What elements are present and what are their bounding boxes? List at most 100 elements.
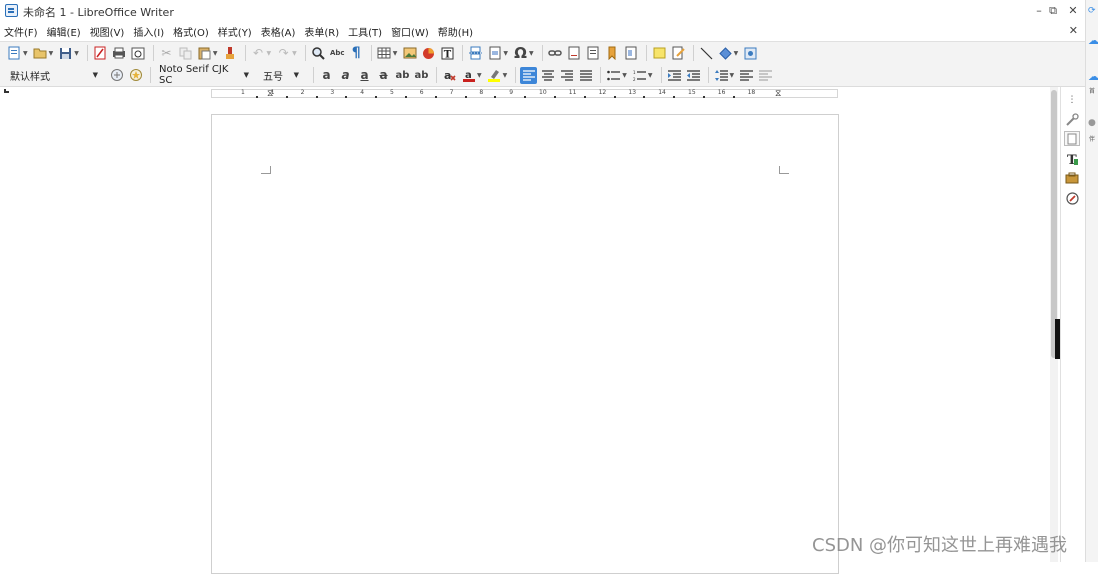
hyperlink-icon[interactable] bbox=[547, 45, 564, 62]
highlight-color-icon[interactable] bbox=[486, 67, 503, 84]
copy-icon[interactable] bbox=[177, 45, 194, 62]
redo-dropdown-icon[interactable]: ▼ bbox=[292, 50, 297, 57]
font-color-dropdown-icon[interactable]: ▼ bbox=[477, 72, 482, 79]
bookmark-icon[interactable] bbox=[604, 45, 621, 62]
ordered-list-icon[interactable]: 12 bbox=[631, 67, 648, 84]
horizontal-ruler[interactable]: ⧖ ⧖ 1 1 2 3 4 5 6 7 8 9 10 11 12 13 14 15 16 18 bbox=[211, 89, 838, 99]
field-dropdown-icon[interactable]: ▼ bbox=[503, 50, 508, 57]
new-dropdown-icon[interactable]: ▼ bbox=[23, 50, 28, 57]
cross-reference-icon[interactable] bbox=[623, 45, 640, 62]
justify-button[interactable] bbox=[577, 67, 594, 84]
redo-icon[interactable]: ↷ bbox=[275, 45, 292, 62]
insert-field-icon[interactable] bbox=[486, 45, 503, 62]
export-pdf-icon[interactable] bbox=[92, 45, 109, 62]
font-color-icon[interactable]: a bbox=[460, 67, 477, 84]
align-left-button[interactable] bbox=[520, 66, 538, 84]
menu-table[interactable]: 表格(A) bbox=[261, 24, 296, 39]
align-center-button[interactable] bbox=[539, 67, 556, 84]
undo-dropdown-icon[interactable]: ▼ bbox=[267, 50, 272, 57]
menu-insert[interactable]: 插入(I) bbox=[133, 24, 164, 39]
open-dropdown-icon[interactable]: ▼ bbox=[49, 50, 54, 57]
italic-icon[interactable]: a bbox=[337, 67, 354, 84]
unordered-list-icon[interactable] bbox=[605, 67, 622, 84]
draw-functions-icon[interactable] bbox=[742, 45, 759, 62]
strikethrough-icon[interactable]: a bbox=[375, 67, 392, 84]
line-spacing-icon[interactable] bbox=[713, 67, 730, 84]
line-spacing-dropdown-icon[interactable]: ▼ bbox=[730, 72, 735, 79]
sidebar-menu-icon[interactable]: ⋮ bbox=[1064, 92, 1080, 107]
bold-icon[interactable]: a bbox=[318, 67, 335, 84]
menu-form[interactable]: 表单(R) bbox=[304, 24, 339, 39]
menu-edit[interactable]: 编辑(E) bbox=[47, 24, 81, 39]
cloud-icon[interactable]: ☁ bbox=[1088, 35, 1098, 46]
menu-styles[interactable]: 样式(Y) bbox=[218, 24, 252, 39]
circle-icon[interactable]: ● bbox=[1088, 118, 1098, 128]
insert-page-break-icon[interactable] bbox=[467, 45, 484, 62]
increase-indent-icon[interactable] bbox=[666, 67, 683, 84]
open-folder-icon[interactable] bbox=[32, 45, 49, 62]
font-name-combo[interactable]: Noto Serif CJK SC ▼ bbox=[155, 64, 253, 86]
close-document-button[interactable]: ✕ bbox=[1069, 24, 1078, 37]
undo-icon[interactable]: ↶ bbox=[250, 45, 267, 62]
tab-stop-selector-icon[interactable] bbox=[4, 89, 9, 93]
subscript-icon[interactable]: ab bbox=[413, 67, 430, 84]
basic-shapes-icon[interactable] bbox=[717, 45, 734, 62]
clone-formatting-icon[interactable] bbox=[222, 45, 239, 62]
shapes-dropdown-icon[interactable]: ▼ bbox=[734, 50, 739, 57]
paragraph-style-combo[interactable]: 默认样式 ▼ bbox=[6, 66, 102, 84]
insert-image-icon[interactable] bbox=[401, 45, 418, 62]
navigator-icon[interactable] bbox=[1064, 191, 1080, 206]
align-right-button[interactable] bbox=[558, 67, 575, 84]
menu-view[interactable]: 视图(V) bbox=[90, 24, 125, 39]
document-page[interactable] bbox=[211, 114, 839, 574]
formatting-marks-icon[interactable]: ¶ bbox=[348, 45, 365, 62]
paste-icon[interactable] bbox=[196, 45, 213, 62]
properties-icon[interactable] bbox=[1064, 112, 1080, 127]
menu-window[interactable]: 窗口(W) bbox=[391, 24, 429, 39]
print-preview-icon[interactable] bbox=[130, 45, 147, 62]
decrease-paragraph-spacing-icon[interactable] bbox=[757, 67, 774, 84]
decrease-indent-icon[interactable] bbox=[685, 67, 702, 84]
scrollbar-thumb[interactable] bbox=[1051, 90, 1057, 358]
comment-icon[interactable] bbox=[651, 45, 668, 62]
highlight-dropdown-icon[interactable]: ▼ bbox=[503, 72, 508, 79]
footnote-icon[interactable] bbox=[566, 45, 583, 62]
right-indent-marker-icon[interactable]: ⧖ bbox=[775, 89, 781, 99]
spellcheck-icon[interactable]: Abc bbox=[329, 45, 346, 62]
insert-table-icon[interactable] bbox=[376, 45, 393, 62]
insert-chart-icon[interactable] bbox=[420, 45, 437, 62]
line-icon[interactable] bbox=[698, 45, 715, 62]
menu-tools[interactable]: 工具(T) bbox=[348, 24, 382, 39]
paste-dropdown-icon[interactable]: ▼ bbox=[213, 50, 218, 57]
close-window-button[interactable]: ✕ bbox=[1064, 2, 1082, 20]
page-icon[interactable] bbox=[1064, 131, 1080, 146]
underline-icon[interactable]: a bbox=[356, 67, 373, 84]
cloud-app-icon[interactable]: ⟳ bbox=[1088, 6, 1098, 16]
superscript-icon[interactable]: ab bbox=[394, 67, 411, 84]
endnote-icon[interactable] bbox=[585, 45, 602, 62]
new-style-icon[interactable] bbox=[127, 67, 144, 84]
font-size-combo[interactable]: 五号 ▼ bbox=[259, 66, 303, 84]
menu-help[interactable]: 帮助(H) bbox=[438, 24, 473, 39]
insert-textbox-icon[interactable]: T bbox=[439, 45, 456, 62]
save-dropdown-icon[interactable]: ▼ bbox=[74, 50, 79, 57]
gallery-icon[interactable] bbox=[1064, 170, 1080, 185]
menu-format[interactable]: 格式(O) bbox=[173, 24, 209, 39]
cloud-icon[interactable]: ☁ bbox=[1088, 71, 1098, 82]
menu-file[interactable]: 文件(F) bbox=[4, 24, 38, 39]
special-character-icon[interactable]: Ω bbox=[512, 44, 529, 62]
save-icon[interactable] bbox=[57, 45, 74, 62]
new-document-icon[interactable] bbox=[6, 45, 23, 62]
special-character-dropdown-icon[interactable]: ▼ bbox=[529, 50, 534, 57]
clear-formatting-icon[interactable]: a bbox=[441, 67, 458, 84]
table-dropdown-icon[interactable]: ▼ bbox=[393, 50, 398, 57]
restore-button[interactable]: ⧉ bbox=[1044, 2, 1062, 20]
bullet-dropdown-icon[interactable]: ▼ bbox=[622, 72, 627, 79]
increase-paragraph-spacing-icon[interactable] bbox=[738, 67, 755, 84]
track-changes-icon[interactable] bbox=[670, 45, 687, 62]
styles-icon[interactable]: T bbox=[1064, 151, 1080, 166]
numbering-dropdown-icon[interactable]: ▼ bbox=[648, 72, 653, 79]
print-icon[interactable] bbox=[111, 45, 128, 62]
cut-icon[interactable]: ✂ bbox=[158, 45, 175, 62]
update-style-icon[interactable] bbox=[108, 67, 125, 84]
